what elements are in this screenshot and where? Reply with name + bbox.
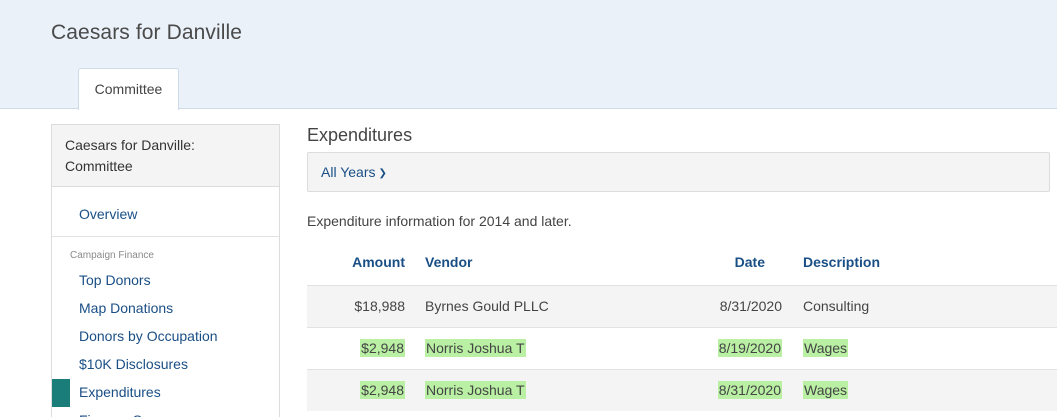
column-header-vendor[interactable]: Vendor <box>417 254 661 285</box>
highlighted-text: 8/19/2020 <box>717 339 782 357</box>
cell-amount: $2,948 <box>307 368 417 411</box>
sidebar-item-10k-disclosures[interactable]: $10K Disclosures <box>52 351 279 379</box>
sidebar-heading: Caesars for Danville: Committee <box>52 125 279 187</box>
page-header: Caesars for Danville Committee <box>0 0 1057 110</box>
table-row: $2,948 Norris Joshua T 8/19/2020 Wages <box>307 326 1057 369</box>
sidebar: Caesars for Danville: Committee Overview… <box>51 124 280 417</box>
section-title: Expenditures <box>307 125 413 145</box>
main-content: Expenditures All Years ❯ Expenditure info… <box>307 124 1057 411</box>
cell-description: Consulting <box>784 284 1057 327</box>
sidebar-item-label: Expenditures <box>79 384 161 400</box>
sidebar-item-expenditures[interactable]: Expenditures <box>52 379 279 407</box>
highlighted-text: 8/31/2020 <box>717 381 782 400</box>
highlighted-text: Norris Joshua T <box>425 339 526 357</box>
column-header-description[interactable]: Description <box>784 254 1057 285</box>
cell-description: Wages <box>784 368 1057 411</box>
cell-date: 8/31/2020 <box>661 284 784 327</box>
sidebar-section-label: Campaign Finance <box>70 250 154 261</box>
year-filter-label: All Years <box>321 164 376 180</box>
sidebar-item-top-donors[interactable]: Top Donors <box>52 267 279 295</box>
highlighted-text: Wages <box>803 381 849 400</box>
sidebar-item-overview[interactable]: Overview <box>52 187 279 237</box>
column-header-date[interactable]: Date <box>661 254 784 285</box>
highlighted-text: $2,948 <box>360 339 405 357</box>
year-filter-dropdown[interactable]: All Years ❯ <box>321 164 387 180</box>
active-marker <box>52 379 70 407</box>
chevron-down-icon: ❯ <box>378 168 387 179</box>
sidebar-item-donors-by-occupation[interactable]: Donors by Occupation <box>52 323 279 351</box>
cell-vendor: Norris Joshua T <box>417 368 661 411</box>
cell-date: 8/31/2020 <box>661 368 784 411</box>
highlighted-text: $2,948 <box>360 381 405 400</box>
cell-description: Wages <box>784 326 1057 369</box>
cell-vendor: Norris Joshua T <box>417 326 661 369</box>
tab-committee[interactable]: Committee <box>78 68 179 110</box>
table-row: $18,988 Byrnes Gould PLLC 8/31/2020 Cons… <box>307 284 1057 327</box>
column-header-amount[interactable]: Amount <box>307 254 417 285</box>
highlighted-text: Norris Joshua T <box>425 381 526 400</box>
sidebar-item-finance-summary[interactable]: Finance Summary <box>52 407 279 417</box>
cell-amount: $18,988 <box>307 284 417 327</box>
highlighted-text: Wages <box>803 339 849 357</box>
expenditures-table: Amount Vendor Date Description $18,988 B… <box>307 254 1057 411</box>
cell-amount: $2,948 <box>307 326 417 369</box>
cell-vendor: Byrnes Gould PLLC <box>417 284 661 327</box>
filter-bar: All Years ❯ <box>307 152 1050 192</box>
table-header-row: Amount Vendor Date Description <box>307 254 1057 285</box>
info-text: Expenditure information for 2014 and lat… <box>307 213 572 229</box>
sidebar-item-map-donations[interactable]: Map Donations <box>52 295 279 323</box>
table-row: $2,948 Norris Joshua T 8/31/2020 Wages <box>307 368 1057 411</box>
cell-date: 8/19/2020 <box>661 326 784 369</box>
page-title: Caesars for Danville <box>51 21 243 44</box>
